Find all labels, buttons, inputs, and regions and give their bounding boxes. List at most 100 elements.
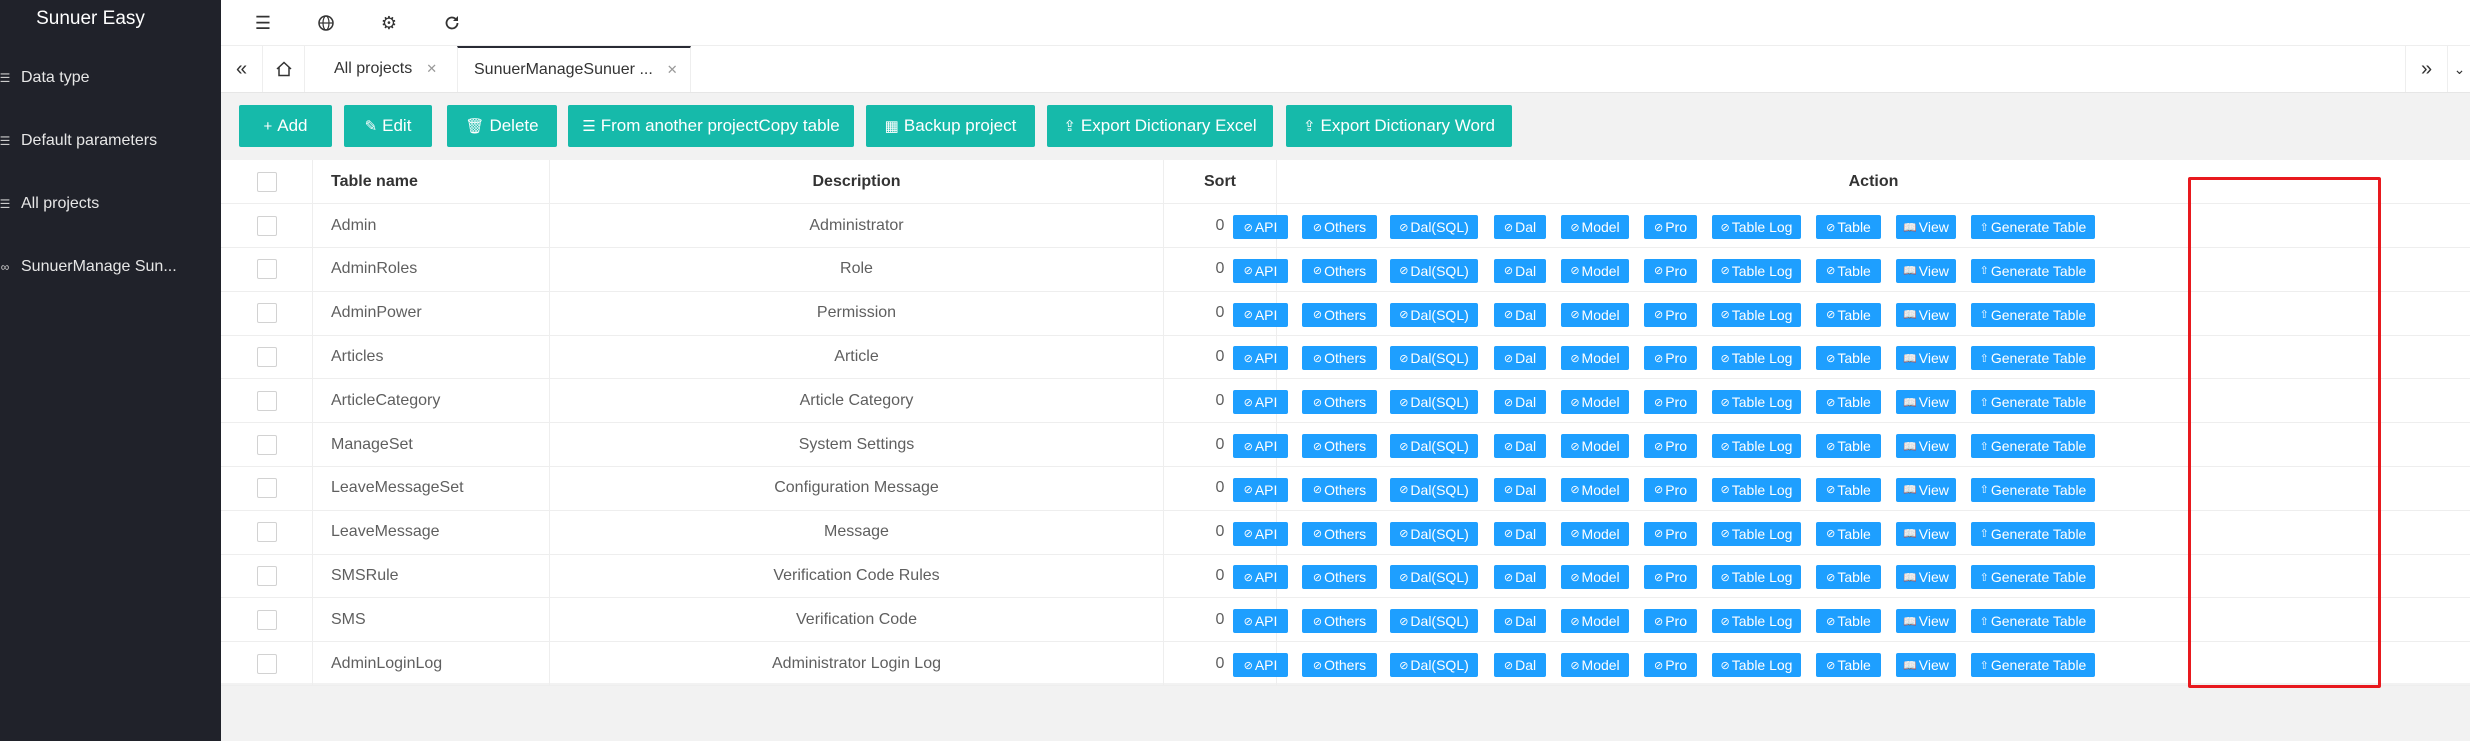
table-button[interactable]: ⊘ Table [1816, 302, 1881, 327]
model-button[interactable]: ⊘ Model [1561, 302, 1629, 327]
dal-button[interactable]: ⊘ Dal [1494, 302, 1546, 327]
row-checkbox[interactable] [256, 303, 277, 324]
dal-sql-button[interactable]: ⊘ Dal(SQL) [1390, 346, 1478, 371]
add-button[interactable]: + Add [239, 105, 332, 147]
others-button[interactable]: ⊘ Others [1302, 477, 1377, 502]
api-button[interactable]: ⊘ API [1233, 565, 1288, 590]
sidebar-item-default-parameters[interactable]: ☰ Default parameters [0, 121, 221, 161]
tab-scroll-left-icon[interactable]: « [221, 46, 263, 92]
view-button[interactable]: 📖 View [1896, 609, 1956, 634]
view-button[interactable]: 📖 View [1896, 521, 1956, 546]
row-checkbox[interactable] [256, 565, 277, 586]
select-all-checkbox[interactable] [256, 171, 277, 192]
pro-button[interactable]: ⊘ Pro [1644, 390, 1697, 415]
dal-sql-button[interactable]: ⊘ Dal(SQL) [1390, 215, 1478, 239]
api-button[interactable]: ⊘ API [1233, 346, 1288, 371]
pro-button[interactable]: ⊘ Pro [1644, 609, 1697, 634]
dal-button[interactable]: ⊘ Dal [1494, 565, 1546, 590]
others-button[interactable]: ⊘ Others [1302, 258, 1377, 283]
dal-sql-button[interactable]: ⊘ Dal(SQL) [1390, 565, 1478, 590]
row-checkbox[interactable] [256, 522, 277, 543]
row-checkbox[interactable] [256, 346, 277, 367]
table-button[interactable]: ⊘ Table [1816, 390, 1881, 415]
generate-table-button[interactable]: ⇧ Generate Table [1971, 434, 2095, 458]
generate-table-button[interactable]: ⇧ Generate Table [1971, 609, 2095, 634]
others-button[interactable]: ⊘ Others [1302, 434, 1377, 458]
pro-button[interactable]: ⊘ Pro [1644, 521, 1697, 546]
others-button[interactable]: ⊘ Others [1302, 565, 1377, 590]
pro-button[interactable]: ⊘ Pro [1644, 434, 1697, 458]
table-button[interactable]: ⊘ Table [1816, 215, 1881, 239]
others-button[interactable]: ⊘ Others [1302, 215, 1377, 239]
table-button[interactable]: ⊘ Table [1816, 346, 1881, 371]
model-button[interactable]: ⊘ Model [1561, 609, 1629, 634]
table-log-button[interactable]: ⊘ Table Log [1712, 565, 1801, 590]
home-icon[interactable] [263, 46, 305, 92]
model-button[interactable]: ⊘ Model [1561, 346, 1629, 371]
table-button[interactable]: ⊘ Table [1816, 609, 1881, 634]
table-log-button[interactable]: ⊘ Table Log [1712, 434, 1801, 458]
dal-sql-button[interactable]: ⊘ Dal(SQL) [1390, 302, 1478, 327]
dal-button[interactable]: ⊘ Dal [1494, 346, 1546, 371]
table-button[interactable]: ⊘ Table [1816, 258, 1881, 283]
pro-button[interactable]: ⊘ Pro [1644, 258, 1697, 283]
dal-sql-button[interactable]: ⊘ Dal(SQL) [1390, 521, 1478, 546]
generate-table-button[interactable]: ⇧ Generate Table [1971, 390, 2095, 415]
table-log-button[interactable]: ⊘ Table Log [1712, 390, 1801, 415]
header-sort[interactable]: Sort [1164, 160, 1277, 203]
generate-table-button[interactable]: ⇧ Generate Table [1971, 521, 2095, 546]
pro-button[interactable]: ⊘ Pro [1644, 302, 1697, 327]
table-log-button[interactable]: ⊘ Table Log [1712, 302, 1801, 327]
delete-button[interactable]: 🗑 Delete [447, 105, 557, 147]
close-icon[interactable]: ✕ [426, 61, 437, 77]
view-button[interactable]: 📖 View [1896, 653, 1956, 677]
globe-icon[interactable] [311, 8, 341, 38]
settings-icon[interactable]: ⚙ [374, 8, 404, 38]
model-button[interactable]: ⊘ Model [1561, 653, 1629, 677]
api-button[interactable]: ⊘ API [1233, 653, 1288, 677]
view-button[interactable]: 📖 View [1896, 477, 1956, 502]
view-button[interactable]: 📖 View [1896, 215, 1956, 239]
table-button[interactable]: ⊘ Table [1816, 521, 1881, 546]
chevron-down-icon[interactable]: ⌄ [2447, 46, 2470, 92]
view-button[interactable]: 📖 View [1896, 565, 1956, 590]
row-checkbox[interactable] [256, 390, 277, 411]
dal-sql-button[interactable]: ⊘ Dal(SQL) [1390, 477, 1478, 502]
view-button[interactable]: 📖 View [1896, 346, 1956, 371]
pro-button[interactable]: ⊘ Pro [1644, 215, 1697, 239]
others-button[interactable]: ⊘ Others [1302, 653, 1377, 677]
others-button[interactable]: ⊘ Others [1302, 346, 1377, 371]
generate-table-button[interactable]: ⇧ Generate Table [1971, 215, 2095, 239]
generate-table-button[interactable]: ⇧ Generate Table [1971, 346, 2095, 371]
generate-table-button[interactable]: ⇧ Generate Table [1971, 565, 2095, 590]
model-button[interactable]: ⊘ Model [1561, 258, 1629, 283]
header-table-name[interactable]: Table name [313, 160, 550, 203]
generate-table-button[interactable]: ⇧ Generate Table [1971, 302, 2095, 327]
api-button[interactable]: ⊘ API [1233, 258, 1288, 283]
api-button[interactable]: ⊘ API [1233, 390, 1288, 415]
others-button[interactable]: ⊘ Others [1302, 390, 1377, 415]
edit-button[interactable]: ✎ Edit [344, 105, 432, 147]
pro-button[interactable]: ⊘ Pro [1644, 653, 1697, 677]
sidebar-item-data-type[interactable]: ☰ Data type [0, 58, 221, 98]
others-button[interactable]: ⊘ Others [1302, 609, 1377, 634]
generate-table-button[interactable]: ⇧ Generate Table [1971, 477, 2095, 502]
sidebar-item-all-projects[interactable]: ☰ All projects [0, 184, 221, 224]
others-button[interactable]: ⊘ Others [1302, 302, 1377, 327]
row-checkbox[interactable] [256, 653, 277, 674]
api-button[interactable]: ⊘ API [1233, 434, 1288, 458]
dal-button[interactable]: ⊘ Dal [1494, 215, 1546, 239]
export-excel-button[interactable]: ⇪ Export Dictionary Excel [1047, 105, 1273, 147]
dal-button[interactable]: ⊘ Dal [1494, 653, 1546, 677]
pro-button[interactable]: ⊘ Pro [1644, 346, 1697, 371]
table-log-button[interactable]: ⊘ Table Log [1712, 258, 1801, 283]
row-checkbox[interactable] [256, 434, 277, 455]
api-button[interactable]: ⊘ API [1233, 521, 1288, 546]
dal-button[interactable]: ⊘ Dal [1494, 434, 1546, 458]
generate-table-button[interactable]: ⇧ Generate Table [1971, 258, 2095, 283]
dal-button[interactable]: ⊘ Dal [1494, 477, 1546, 502]
tab-all-projects[interactable]: All projects ✕ [334, 46, 437, 92]
header-description[interactable]: Description [550, 160, 1164, 203]
generate-table-button[interactable]: ⇧ Generate Table [1971, 653, 2095, 677]
dal-button[interactable]: ⊘ Dal [1494, 521, 1546, 546]
